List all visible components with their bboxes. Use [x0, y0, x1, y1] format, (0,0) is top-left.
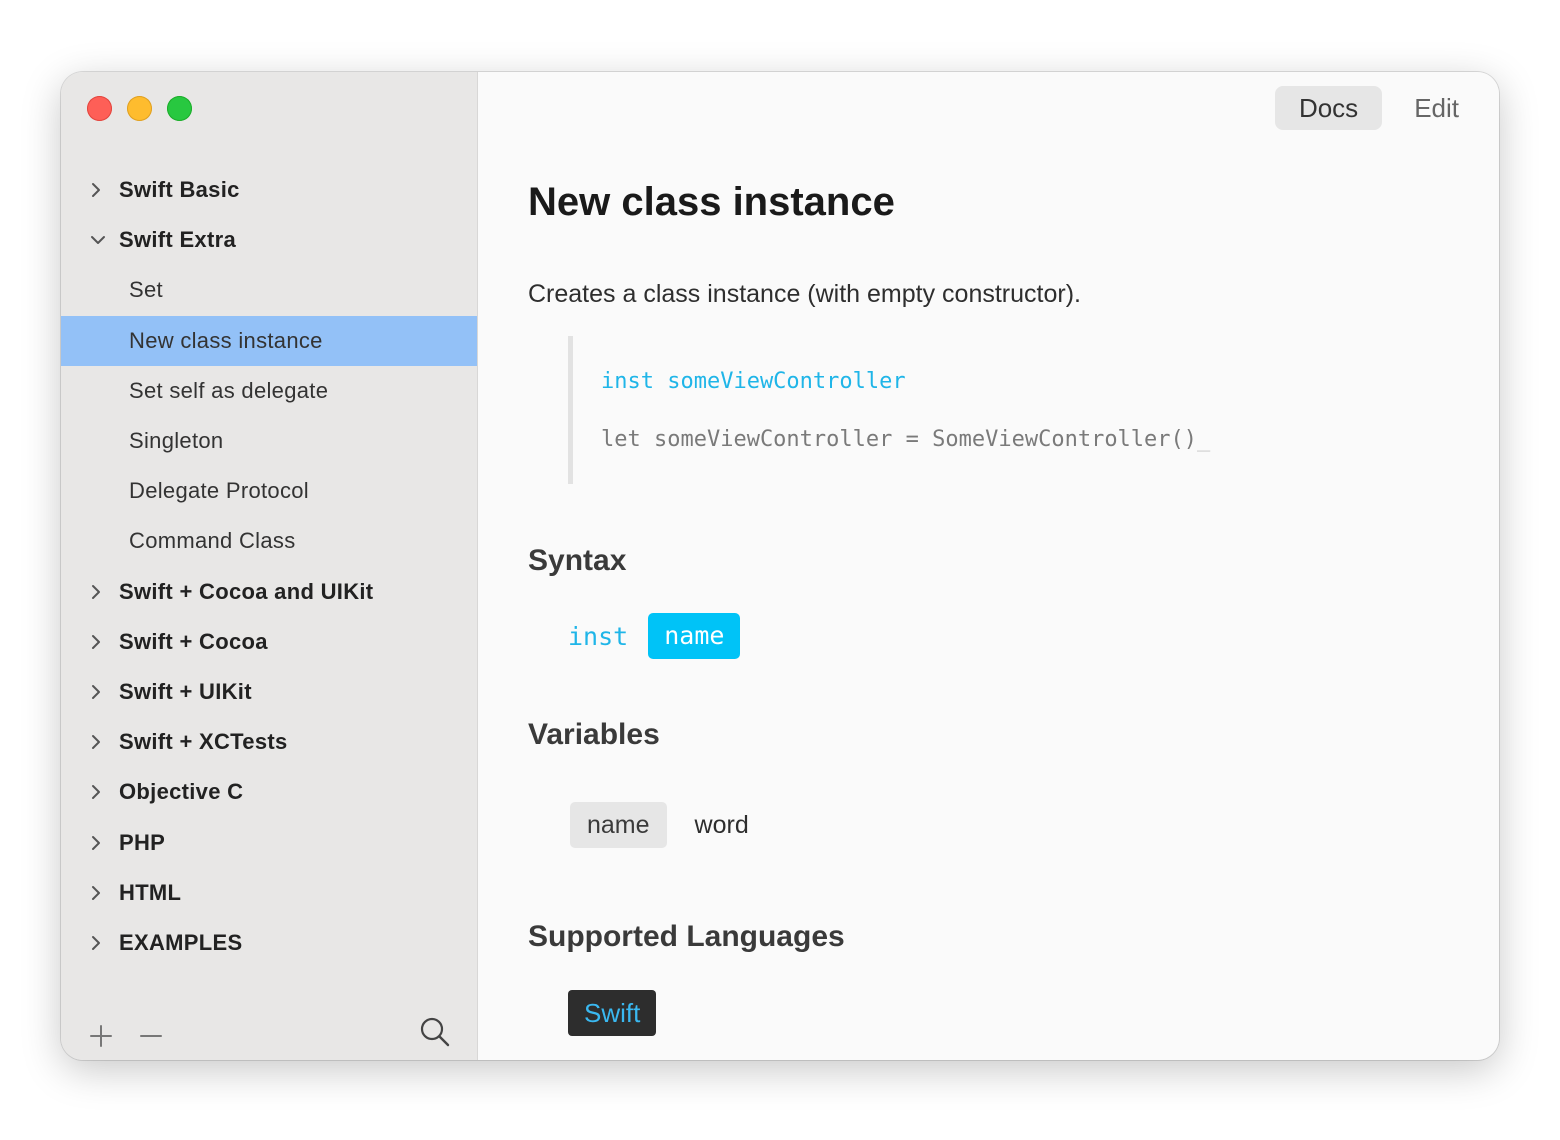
sidebar-group-php[interactable]: PHP: [61, 817, 477, 867]
close-window-button[interactable]: [87, 96, 112, 121]
example-expansion: let someViewController = SomeViewControl…: [601, 427, 1198, 452]
languages-heading: Supported Languages: [528, 920, 845, 953]
sidebar-item-delegate-protocol[interactable]: Delegate Protocol: [61, 466, 477, 516]
chevron-right-icon[interactable]: [89, 733, 119, 751]
sidebar-group-swift-basic[interactable]: Swift Basic: [61, 165, 477, 215]
sidebar-item-command-class[interactable]: Command Class: [61, 516, 477, 566]
chevron-right-icon[interactable]: [89, 181, 119, 199]
chevron-right-icon[interactable]: [89, 834, 119, 852]
example-trigger: inst someViewController: [601, 369, 906, 394]
chevron-down-icon[interactable]: [89, 233, 119, 247]
sidebar: Swift Basic Swift Extra Set New class in…: [61, 72, 478, 1060]
chevron-right-icon[interactable]: [89, 633, 119, 651]
page-title: New class instance: [528, 180, 895, 224]
sidebar-item-label: Swift Basic: [119, 177, 240, 203]
plus-icon: [90, 1025, 112, 1047]
cursor-placeholder: _: [1197, 427, 1211, 452]
sidebar-item-label: Swift Extra: [119, 227, 236, 253]
search-button[interactable]: [419, 1016, 451, 1048]
minus-icon: [140, 1035, 162, 1037]
sidebar-item-label: Swift + XCTests: [119, 729, 288, 755]
syntax-heading: Syntax: [528, 544, 627, 577]
sidebar-item-label: Command Class: [129, 528, 296, 554]
chevron-right-icon[interactable]: [89, 783, 119, 801]
sidebar-group-swift-xctests[interactable]: Swift + XCTests: [61, 717, 477, 767]
docs-tab[interactable]: Docs: [1274, 86, 1383, 130]
sidebar-item-label: New class instance: [129, 327, 323, 353]
window-controls: [87, 96, 192, 121]
sidebar-item-label: EXAMPLES: [119, 929, 243, 955]
sidebar-group-objective-c[interactable]: Objective C: [61, 767, 477, 817]
syntax-placeholder-token[interactable]: name: [648, 613, 741, 659]
sidebar-group-swift-extra[interactable]: Swift Extra: [61, 215, 477, 265]
sidebar-item-label: Set self as delegate: [129, 377, 329, 403]
snippet-description: Creates a class instance (with empty con…: [528, 280, 1081, 308]
chevron-right-icon[interactable]: [89, 583, 119, 601]
example-block: inst someViewController let someViewCont…: [568, 336, 1373, 484]
sidebar-item-label: Set: [129, 277, 163, 303]
example-expansion-line: let someViewController = SomeViewControl…: [601, 427, 1210, 452]
syntax-line: inst name: [568, 613, 741, 659]
sidebar-group-swift-uikit[interactable]: Swift + UIKit: [61, 667, 477, 717]
sidebar-item-new-class-instance[interactable]: New class instance: [61, 315, 477, 366]
zoom-window-button[interactable]: [167, 96, 192, 121]
language-badge: Swift: [568, 990, 657, 1036]
app-window: Swift Basic Swift Extra Set New class in…: [61, 72, 1499, 1060]
variable-type: word: [694, 810, 749, 839]
remove-button[interactable]: [139, 1024, 163, 1048]
sidebar-item-label: Swift + Cocoa: [119, 628, 268, 654]
sidebar-footer: [61, 1000, 477, 1060]
sidebar-item-set-self-as-delegate[interactable]: Set self as delegate: [61, 366, 477, 416]
chevron-right-icon[interactable]: [89, 934, 119, 952]
sidebar-item-label: HTML: [119, 879, 182, 905]
chevron-right-icon[interactable]: [89, 683, 119, 701]
sidebar-item-label: Swift + UIKit: [119, 678, 252, 704]
sidebar-item-label: Delegate Protocol: [129, 478, 309, 504]
sidebar-item-label: Objective C: [119, 779, 244, 805]
sidebar-item-label: Singleton: [129, 428, 224, 454]
sidebar-group-swift-cocoa[interactable]: Swift + Cocoa: [61, 617, 477, 667]
sidebar-group-swift-cocoa-uikit[interactable]: Swift + Cocoa and UIKit: [61, 567, 477, 617]
sidebar-item-singleton[interactable]: Singleton: [61, 416, 477, 466]
sidebar-item-label: Swift + Cocoa and UIKit: [119, 578, 374, 604]
sidebar-item-set[interactable]: Set: [61, 265, 477, 315]
search-icon: [420, 1017, 450, 1047]
syntax-keyword: inst: [568, 621, 629, 651]
edit-tab[interactable]: Edit: [1396, 86, 1477, 130]
sidebar-group-html[interactable]: HTML: [61, 868, 477, 918]
view-mode-switch: Docs Edit: [1274, 86, 1477, 130]
add-button[interactable]: [89, 1024, 113, 1048]
detail-pane: Docs Edit New class instance Creates a c…: [478, 72, 1499, 1060]
variables-heading: Variables: [528, 718, 660, 751]
chevron-right-icon[interactable]: [89, 884, 119, 902]
sidebar-item-label: PHP: [119, 829, 166, 855]
variable-name: name: [570, 802, 667, 848]
sidebar-group-examples[interactable]: EXAMPLES: [61, 918, 477, 968]
snippet-tree: Swift Basic Swift Extra Set New class in…: [61, 165, 477, 968]
minimize-window-button[interactable]: [127, 96, 152, 121]
variable-row: name word: [570, 802, 749, 848]
